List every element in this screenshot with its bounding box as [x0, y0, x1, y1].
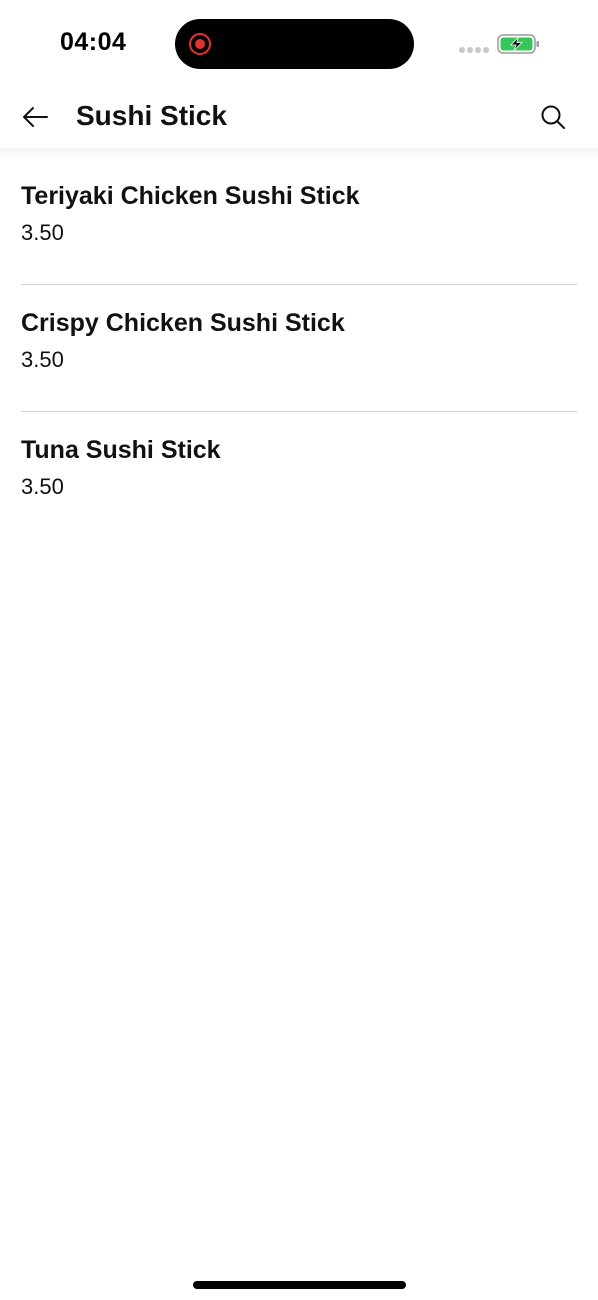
- menu-item[interactable]: Tuna Sushi Stick 3.50: [21, 412, 577, 538]
- status-bar: 04:04: [0, 0, 598, 88]
- app-header: Sushi Stick: [0, 88, 598, 148]
- battery-charging-icon: [497, 34, 539, 54]
- header-divider-shadow: [0, 148, 598, 158]
- menu-item-price: 3.50: [21, 474, 64, 499]
- signal-dots-icon: [459, 47, 489, 53]
- dynamic-island: [175, 19, 414, 69]
- page-title: Sushi Stick: [76, 100, 227, 131]
- arrow-left-icon: [23, 107, 48, 127]
- menu-item-name: Crispy Chicken Sushi Stick: [21, 309, 345, 337]
- menu-item-list: Teriyaki Chicken Sushi Stick 3.50 Crispy…: [21, 158, 577, 538]
- status-time: 04:04: [60, 28, 127, 56]
- back-button[interactable]: [14, 96, 56, 138]
- search-button[interactable]: [532, 96, 574, 138]
- home-indicator[interactable]: [193, 1281, 406, 1289]
- screen-record-icon: [189, 33, 211, 55]
- menu-item[interactable]: Crispy Chicken Sushi Stick 3.50: [21, 285, 577, 412]
- menu-item-name: Teriyaki Chicken Sushi Stick: [21, 182, 360, 210]
- menu-item-price: 3.50: [21, 220, 64, 245]
- menu-item-price: 3.50: [21, 347, 64, 372]
- menu-item[interactable]: Teriyaki Chicken Sushi Stick 3.50: [21, 158, 577, 285]
- search-icon: [541, 105, 565, 129]
- menu-item-name: Tuna Sushi Stick: [21, 436, 221, 464]
